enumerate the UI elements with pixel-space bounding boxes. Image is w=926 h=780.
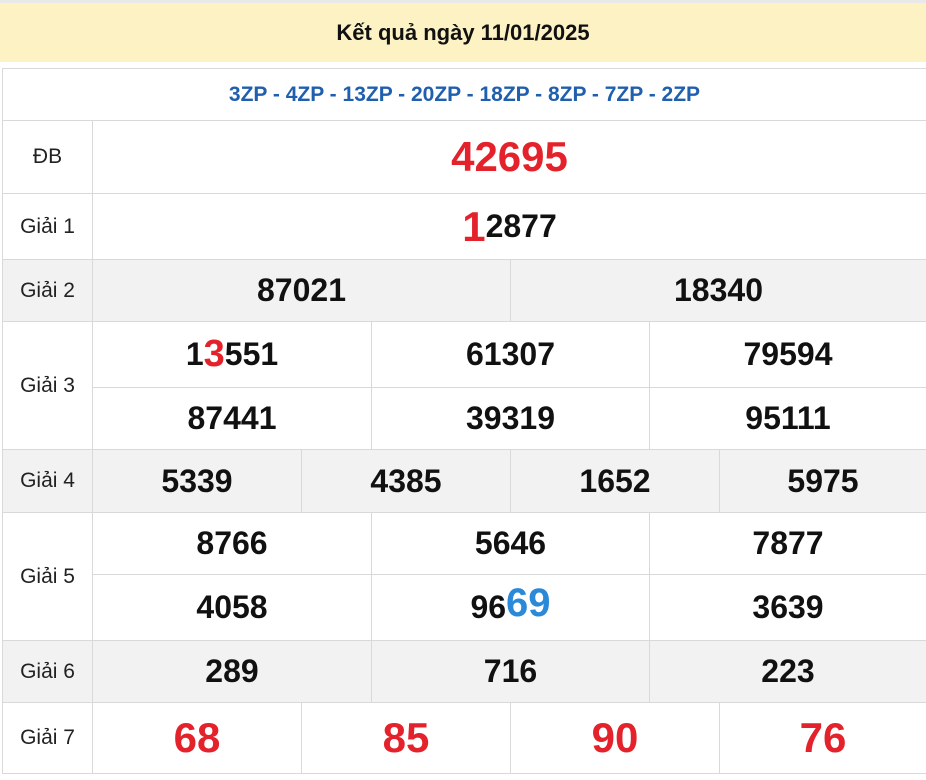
prize-label-4: Giải 4 bbox=[3, 450, 93, 512]
prize-5-value: 8766 bbox=[196, 525, 268, 561]
prize-5-prefix: 96 bbox=[470, 589, 507, 625]
prize-row-4: Giải 4 5339 4385 1652 5975 bbox=[3, 450, 926, 513]
results-title: Kết quả ngày 11/01/2025 bbox=[336, 19, 590, 45]
prize-row-5: Giải 5 8766 5646 7877 4058 96 69 3639 bbox=[3, 513, 926, 641]
prize-5-value: 96 69 bbox=[372, 575, 649, 640]
prize-row-6: Giải 6 289 716 223 bbox=[3, 641, 926, 703]
prize-1-value: 1 2877 bbox=[93, 194, 926, 259]
results-table: 3ZP - 4ZP - 13ZP - 20ZP - 18ZP - 8ZP - 7… bbox=[2, 68, 926, 774]
prize-7-value: 85 bbox=[382, 714, 430, 761]
prize-6-value: 716 bbox=[483, 653, 538, 689]
prize-row-7: Giải 7 68 85 90 76 bbox=[3, 703, 926, 774]
prize-row-1: Giải 1 1 2877 bbox=[3, 194, 926, 260]
prize-6-value: 223 bbox=[761, 653, 815, 689]
prize-row-db: ĐB 42695 bbox=[3, 121, 926, 194]
prize-3-value: 1 3 551 bbox=[93, 322, 371, 387]
prize-3-value: 61307 bbox=[466, 336, 555, 372]
prize-3-value: 95111 bbox=[745, 400, 831, 436]
prize-1-rest: 2877 bbox=[485, 208, 557, 244]
prize-label-7: Giải 7 bbox=[3, 703, 93, 773]
prize-4-value: 4385 bbox=[370, 462, 442, 499]
prize-3-value: 79594 bbox=[743, 336, 833, 372]
prize-4-value: 5975 bbox=[787, 462, 859, 499]
prize-4-value: 1652 bbox=[579, 462, 651, 499]
prize-row-2: Giải 2 87021 18340 bbox=[3, 260, 926, 322]
prize-5-highlight: 69 bbox=[506, 581, 551, 625]
prize-label-6: Giải 6 bbox=[3, 641, 93, 702]
lottery-codes: 3ZP - 4ZP - 13ZP - 20ZP - 18ZP - 8ZP - 7… bbox=[228, 82, 701, 106]
prize-label-5: Giải 5 bbox=[3, 513, 93, 640]
prize-label-2: Giải 2 bbox=[3, 260, 93, 321]
prize-2-value: 87021 bbox=[257, 272, 346, 308]
prize-3-prefix: 1 bbox=[185, 336, 204, 372]
prize-label-1: Giải 1 bbox=[3, 194, 93, 259]
prize-3-highlight: 3 bbox=[203, 333, 225, 375]
prize-db-value: 42695 bbox=[451, 133, 568, 180]
results-header: Kết quả ngày 11/01/2025 bbox=[0, 0, 926, 62]
prize-7-value: 90 bbox=[591, 714, 639, 761]
prize-label-3: Giải 3 bbox=[3, 322, 93, 449]
prize-3-value: 87441 bbox=[187, 400, 277, 436]
prize-row-3: Giải 3 1 3 551 61307 79594 87441 39319 951… bbox=[3, 322, 926, 450]
prize-5-value: 5646 bbox=[474, 525, 547, 561]
prize-7-value: 68 bbox=[173, 714, 221, 761]
prize-1-highlight: 1 bbox=[462, 202, 486, 250]
prize-2-value: 18340 bbox=[674, 272, 763, 308]
prize-5-value: 7877 bbox=[752, 525, 824, 561]
prize-3-value: 39319 bbox=[466, 400, 555, 436]
prize-label-db: ĐB bbox=[3, 121, 93, 193]
prize-5-value: 3639 bbox=[752, 589, 824, 625]
prize-3-rest: 551 bbox=[224, 336, 279, 372]
prize-7-value: 76 bbox=[799, 714, 847, 761]
prize-4-value: 5339 bbox=[161, 462, 233, 499]
prize-5-value: 4058 bbox=[196, 589, 268, 625]
prize-6-value: 289 bbox=[205, 653, 259, 689]
codes-row: 3ZP - 4ZP - 13ZP - 20ZP - 18ZP - 8ZP - 7… bbox=[3, 69, 926, 121]
